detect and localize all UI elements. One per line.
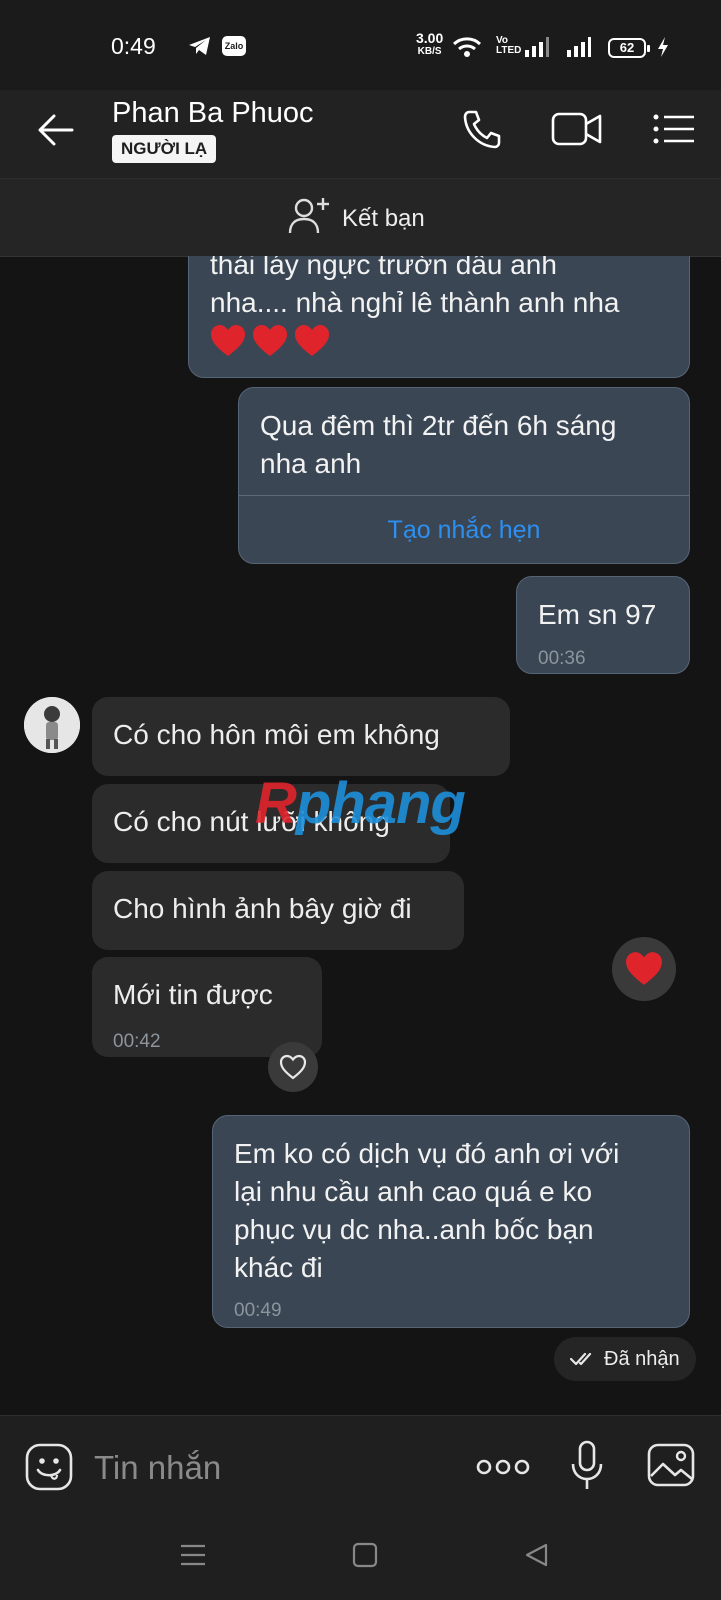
message-text-line: thái láy ngực trườn dầu anh (210, 256, 557, 280)
back-arrow-icon[interactable] (36, 112, 76, 148)
add-friend-icon[interactable] (288, 195, 332, 237)
message-outgoing[interactable]: Em ko có dịch vụ đó anh ơi với lại nhu c… (212, 1115, 690, 1328)
home-icon[interactable] (352, 1542, 378, 1568)
message-text-line: nha.... nhà nghỉ lê thành anh nha (210, 287, 620, 318)
recent-apps-icon[interactable] (180, 1543, 206, 1567)
charging-icon (658, 37, 668, 57)
network-speed: 3.00 KB/S (416, 30, 444, 57)
signal-icon-2 (567, 37, 591, 57)
avatar-illustration (24, 697, 80, 753)
stranger-badge: NGƯỜI LẠ (112, 135, 217, 163)
message-outgoing[interactable]: Em sn 97 00:36 (516, 576, 690, 674)
quick-react-heart[interactable] (612, 937, 676, 1001)
microphone-icon[interactable] (570, 1440, 604, 1492)
emoji-sticker-icon[interactable] (24, 1442, 74, 1492)
message-outgoing[interactable]: Qua đêm thì 2tr đến 6h sáng nha anh Tạo … (238, 387, 690, 564)
menu-icon[interactable] (652, 112, 696, 146)
contact-name[interactable]: Phan Ba Phuoc (112, 97, 314, 130)
message-text-line: Em ko có dịch vụ đó anh ơi với (234, 1138, 620, 1169)
signal-icon (525, 37, 549, 57)
message-incoming[interactable]: Cho hình ảnh bây giờ đi (92, 871, 464, 950)
heart-emoji-row (210, 324, 668, 358)
message-time: 00:36 (538, 648, 586, 669)
status-time: 0:49 (111, 33, 156, 59)
heart-outline-icon (279, 1054, 307, 1080)
heart-icon (626, 952, 662, 985)
delivery-status: Đã nhận (554, 1337, 696, 1381)
video-call-icon[interactable] (551, 110, 603, 148)
message-text-line: Qua đêm thì 2tr đến 6h sáng (260, 410, 617, 441)
wifi-icon (452, 37, 482, 57)
create-reminder-button[interactable]: Tạo nhắc hẹn (239, 511, 689, 549)
message-outgoing[interactable]: thái láy ngực trườn dầu anh nha.... nhà … (188, 256, 690, 378)
double-check-icon (570, 1352, 592, 1366)
volte-indicator: Vo LTED (496, 35, 522, 56)
phone-icon[interactable] (461, 108, 503, 150)
message-time: 00:49 (234, 1300, 282, 1321)
contact-avatar[interactable] (24, 697, 80, 753)
divider (239, 495, 689, 496)
message-text-line: nha anh (260, 448, 362, 479)
message-text: Có cho hôn môi em không (113, 719, 440, 750)
react-button[interactable] (268, 1042, 318, 1092)
message-text: Cho hình ảnh bây giờ đi (113, 893, 412, 924)
message-time: 00:42 (113, 1031, 161, 1052)
message-text-line: lại nhu cầu anh cao quá e ko (234, 1176, 593, 1207)
delivery-status-label: Đã nhận (604, 1347, 680, 1370)
message-text: Em sn 97 (538, 599, 657, 630)
back-nav-icon[interactable] (524, 1542, 550, 1568)
more-options-icon[interactable] (476, 1455, 530, 1479)
message-incoming[interactable]: Có cho hôn môi em không (92, 697, 510, 776)
zalo-icon: Zalo (222, 36, 246, 56)
heart-emoji-icon (253, 325, 287, 356)
message-text: Mới tin được (113, 979, 273, 1010)
battery-indicator: 62 (608, 38, 650, 58)
heart-emoji-icon (295, 325, 329, 356)
message-input[interactable] (92, 1446, 446, 1490)
watermark-logo: Rphang (255, 771, 466, 836)
image-gallery-icon[interactable] (646, 1442, 696, 1488)
message-text-line: khác đi (234, 1252, 323, 1283)
add-friend-button[interactable]: Kết bạn (342, 205, 425, 233)
message-text-line: phục vụ dc nha..anh bốc bạn (234, 1214, 594, 1245)
chat-header (0, 90, 721, 178)
heart-emoji-icon (211, 325, 245, 356)
telegram-icon (189, 37, 210, 55)
